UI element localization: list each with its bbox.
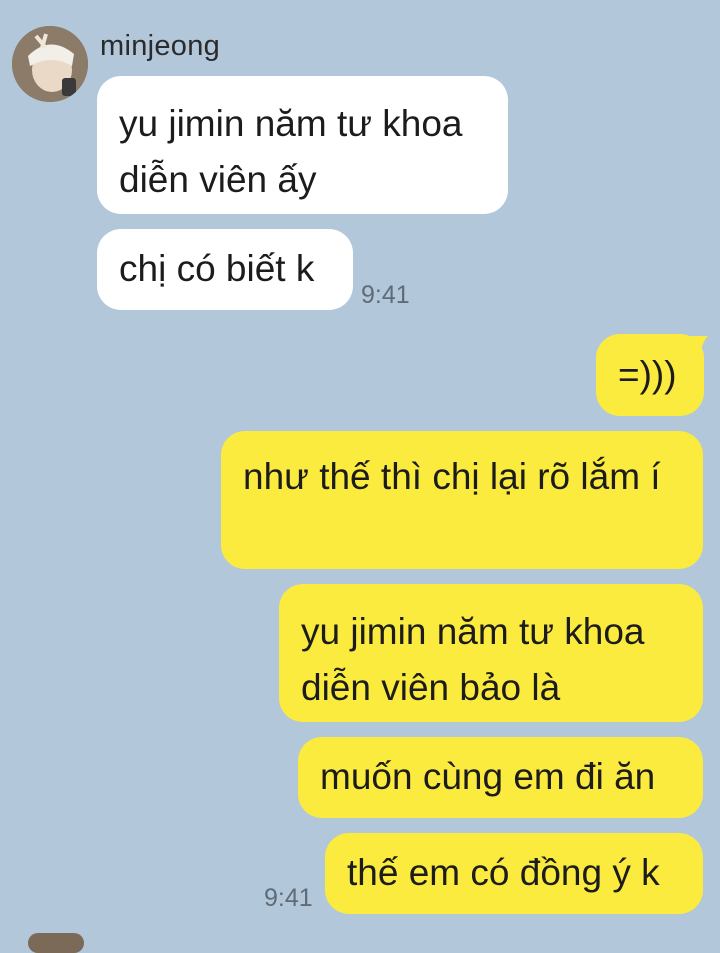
sender-avatar[interactable] bbox=[12, 26, 88, 102]
message-timestamp: 9:41 bbox=[264, 884, 313, 912]
message-text: yu jimin năm tư khoa diễn viên ấy bbox=[119, 103, 463, 200]
avatar-photo-icon bbox=[12, 26, 88, 102]
message-text: chị có biết k bbox=[119, 248, 315, 289]
message-text: như thế thì chị lại rõ lắm í bbox=[243, 456, 661, 497]
message-text: muốn cùng em đi ăn bbox=[320, 756, 656, 797]
message-text: yu jimin năm tư khoa diễn viên bảo là bbox=[301, 611, 645, 708]
sender-name: minjeong bbox=[100, 30, 221, 62]
bubble-tail-icon bbox=[690, 336, 708, 356]
outgoing-message[interactable]: muốn cùng em đi ăn bbox=[298, 737, 703, 818]
incoming-message[interactable]: chị có biết k bbox=[97, 229, 353, 310]
next-avatar-edge bbox=[28, 933, 84, 953]
message-text: thế em có đồng ý k bbox=[347, 852, 660, 893]
message-text: =))) bbox=[618, 354, 677, 395]
outgoing-message[interactable]: thế em có đồng ý k bbox=[325, 833, 703, 914]
incoming-message[interactable]: yu jimin năm tư khoa diễn viên ấy bbox=[97, 76, 508, 214]
message-timestamp: 9:41 bbox=[361, 281, 410, 309]
outgoing-message[interactable]: như thế thì chị lại rõ lắm í bbox=[221, 431, 703, 569]
outgoing-message[interactable]: =))) bbox=[596, 334, 704, 416]
outgoing-message[interactable]: yu jimin năm tư khoa diễn viên bảo là bbox=[279, 584, 703, 722]
